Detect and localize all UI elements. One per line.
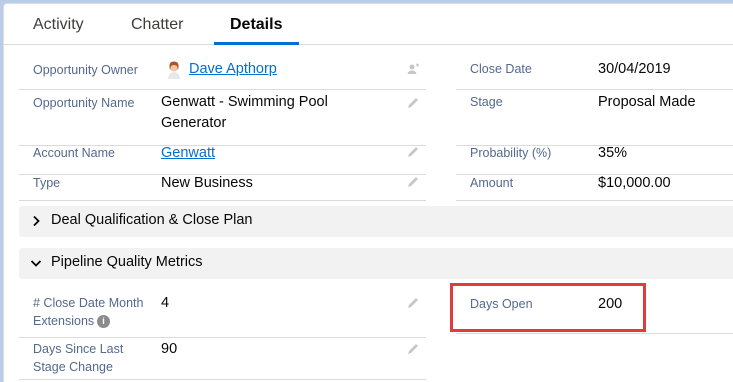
field-label-stage: Stage: [470, 95, 503, 109]
field-label-close-date-extensions-line1: # Close Date Month: [33, 296, 144, 310]
details-card: Activity Chatter Details Opportunity Own…: [3, 3, 733, 382]
field-label-amount: Amount: [470, 176, 514, 190]
opportunity-name-value-line1: Genwatt - Swimming Pool: [161, 94, 328, 110]
owner-link[interactable]: Dave Apthorp: [189, 59, 277, 80]
field-label-type: Type: [33, 176, 61, 190]
days-since-stage-value: 90: [161, 341, 178, 357]
probability-value: 35%: [598, 145, 628, 161]
edit-pencil-icon[interactable]: [406, 145, 420, 159]
edit-pencil-icon[interactable]: [406, 296, 420, 310]
avatar[interactable]: [166, 60, 182, 80]
account-name-link[interactable]: Genwatt: [161, 143, 215, 164]
field-label-opportunity-name: Opportunity Name: [33, 96, 135, 110]
section-pipeline-quality[interactable]: Pipeline Quality Metrics: [19, 248, 733, 279]
change-owner-icon[interactable]: [406, 62, 420, 76]
field-label-close-date-extensions-line2: Extensions: [33, 314, 95, 328]
highlight-box: [450, 283, 646, 332]
field-label-days-since-stage-line1: Days Since Last: [33, 342, 124, 356]
amount-value: $10,000.00: [598, 175, 671, 191]
field-label-account-name: Account Name: [33, 146, 115, 160]
stage-value: Proposal Made: [598, 94, 696, 110]
field-label-owner: Opportunity Owner: [33, 63, 138, 77]
section-deal-qualification[interactable]: Deal Qualification & Close Plan: [19, 206, 733, 237]
opportunity-name-value-line2: Generator: [161, 115, 227, 131]
chevron-right-icon: [29, 214, 43, 228]
close-date-value: 30/04/2019: [598, 61, 671, 77]
field-label-close-date: Close Date: [470, 62, 532, 76]
type-value: New Business: [161, 175, 253, 191]
chevron-down-icon: [29, 256, 43, 270]
section-title: Deal Qualification & Close Plan: [51, 212, 253, 228]
tab-activity[interactable]: Activity: [33, 4, 84, 45]
close-date-extensions-value: 4: [161, 295, 170, 311]
tab-details[interactable]: Details: [230, 4, 282, 45]
active-tab-indicator: [214, 42, 299, 45]
info-icon[interactable]: i: [97, 315, 110, 328]
field-label-probability: Probability (%): [470, 146, 552, 160]
section-title: Pipeline Quality Metrics: [51, 254, 203, 270]
field-label-days-since-stage-line2: Stage Change: [33, 360, 113, 374]
edit-pencil-icon[interactable]: [406, 342, 420, 356]
edit-pencil-icon[interactable]: [406, 175, 420, 189]
tab-bar: Activity Chatter Details: [4, 4, 733, 45]
edit-pencil-icon[interactable]: [406, 96, 420, 110]
tab-chatter[interactable]: Chatter: [131, 4, 183, 45]
